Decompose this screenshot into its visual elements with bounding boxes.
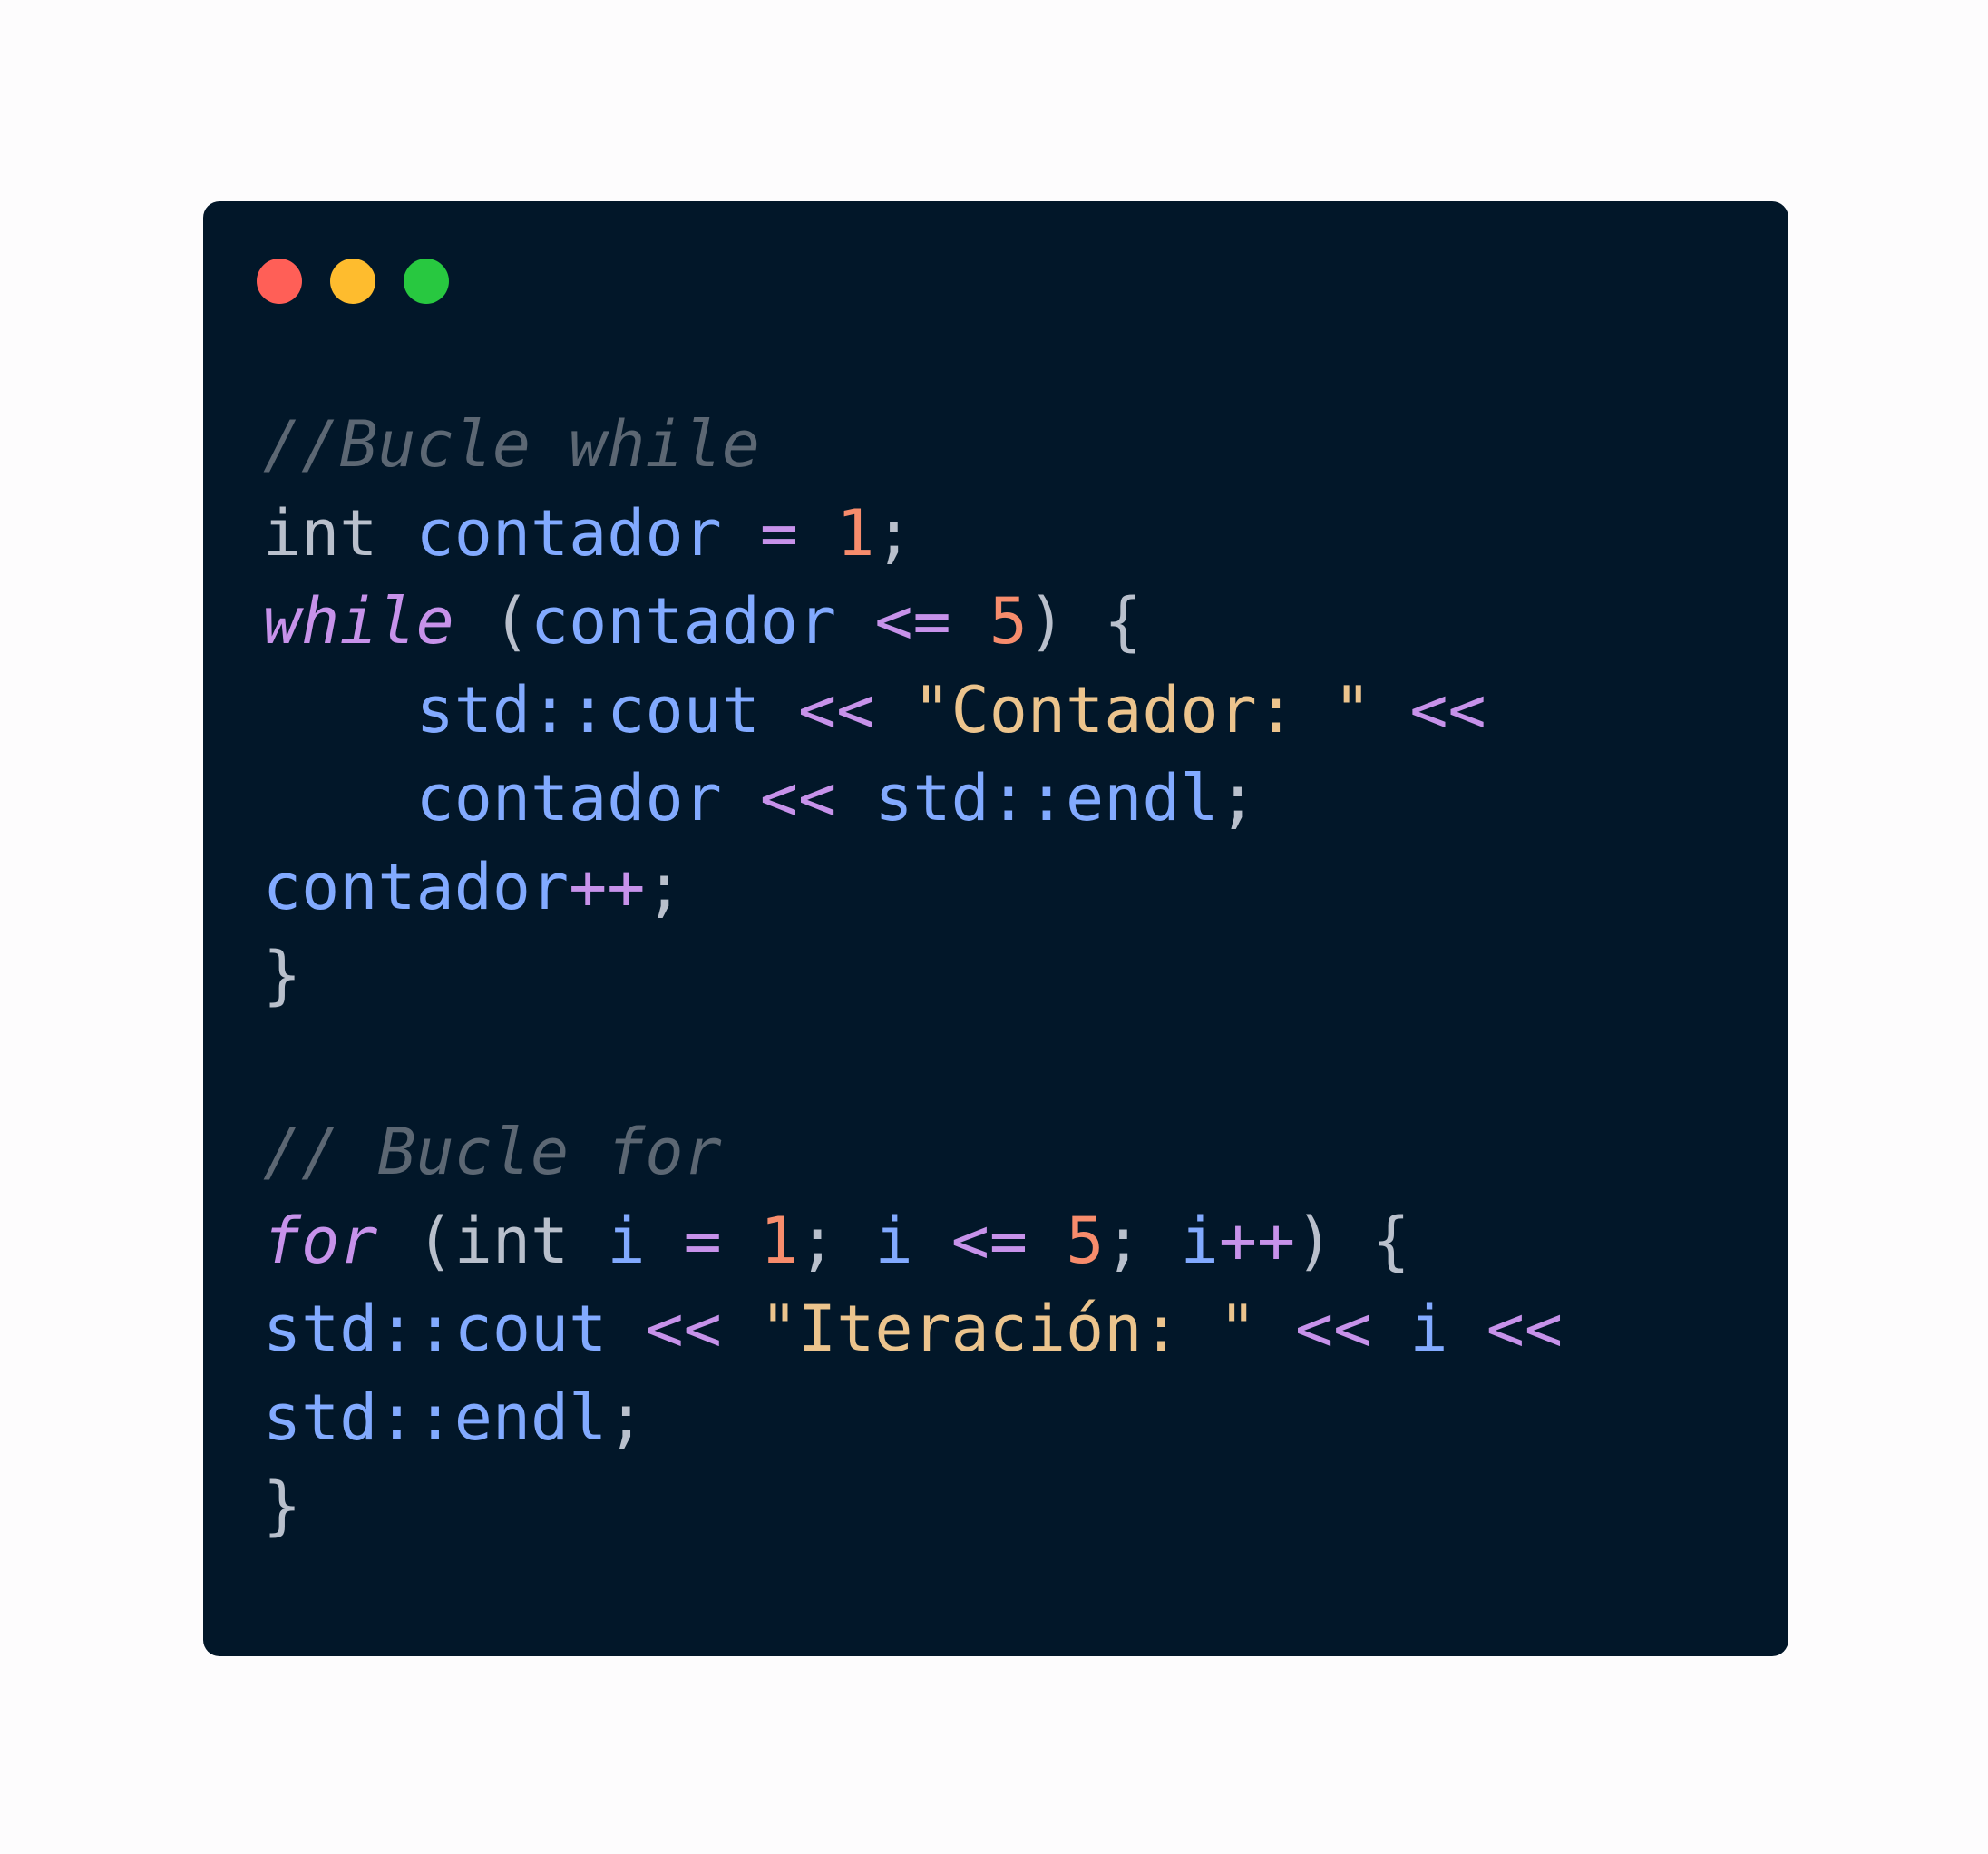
- code-token-ws: [1066, 584, 1104, 659]
- code-token-ws: [913, 1204, 951, 1278]
- code-token-op: ++: [1218, 1203, 1296, 1278]
- code-token-op: =: [683, 1203, 722, 1278]
- code-token-ws: [1028, 1204, 1066, 1278]
- code-token-ws: [836, 584, 874, 659]
- code-token-ws: [760, 673, 798, 747]
- code-token-ident: contador: [263, 849, 570, 924]
- code-token-ws: [951, 584, 989, 659]
- code-token-ws: [263, 761, 416, 835]
- code-token-ws: [1371, 673, 1409, 747]
- code-token-comment: //Bucle while: [263, 407, 760, 482]
- code-token-op: <<: [1294, 1292, 1372, 1366]
- code-token-op: <=: [950, 1203, 1028, 1278]
- code-token-op: ++: [569, 849, 646, 924]
- code-token-ws: [1448, 1292, 1486, 1366]
- code-token-ident: std::endl: [263, 1380, 608, 1455]
- window-controls: [257, 259, 449, 304]
- code-token-punct: ;: [607, 1380, 646, 1455]
- code-token-ws: [722, 1204, 760, 1278]
- code-token-punct: }: [263, 938, 302, 1012]
- code-token-type: int: [453, 1203, 570, 1278]
- code-token-punct: }: [263, 1469, 302, 1543]
- code-token-keyword: for: [263, 1203, 378, 1278]
- code-token-punct: {: [1104, 584, 1143, 659]
- code-token-ws: [646, 1204, 684, 1278]
- code-token-ident: std::endl: [874, 761, 1219, 835]
- code-token-op: =: [759, 495, 799, 571]
- code-token-punct: (: [415, 1203, 454, 1278]
- code-token-ws: [569, 1204, 607, 1278]
- code-line: while (contador <= 5) {: [263, 578, 1563, 667]
- code-line: }: [263, 932, 1563, 1020]
- code-token-ws: [1333, 1204, 1371, 1278]
- code-token-op: <<: [1486, 1292, 1563, 1366]
- code-token-str: "Contador: ": [912, 672, 1372, 747]
- code-token-type: int: [263, 495, 378, 571]
- code-token-ws: [1371, 1292, 1409, 1366]
- code-token-ws: [836, 761, 874, 835]
- code-line: // Bucle for: [263, 1108, 1563, 1197]
- maximize-button[interactable]: [404, 259, 449, 304]
- code-token-punct: ;: [1104, 1203, 1143, 1278]
- code-line: contador++;: [263, 844, 1563, 932]
- code-token-ws: [798, 496, 836, 571]
- code-token-num: 1: [836, 495, 875, 571]
- code-token-punct: ): [1295, 1203, 1334, 1278]
- code-token-punct: ;: [798, 1203, 837, 1278]
- code-token-punct: ;: [645, 849, 684, 924]
- code-line: for (int i = 1; i <= 5; i++) {: [263, 1197, 1563, 1286]
- code-token-op: <<: [759, 761, 837, 835]
- code-token-ident: contador: [415, 495, 722, 571]
- code-line: //Bucle while: [263, 401, 1563, 490]
- minimize-button[interactable]: [330, 259, 375, 304]
- code-token-ws: [454, 584, 492, 659]
- code-token-ident: i: [1409, 1292, 1448, 1366]
- code-token-ident: std::cout: [263, 1292, 608, 1366]
- code-token-ws: [874, 673, 912, 747]
- code-window: //Bucle while int contador = 1; while (con…: [203, 201, 1788, 1656]
- code-token-ws: [722, 496, 760, 571]
- code-token-op: <<: [798, 672, 875, 747]
- code-token-num: 5: [989, 584, 1028, 659]
- code-token-ident: i: [607, 1203, 646, 1278]
- code-token-num: 5: [1066, 1203, 1105, 1278]
- code-token-punct: ;: [1218, 761, 1257, 835]
- code-block: //Bucle while int contador = 1; while (con…: [263, 401, 1563, 1551]
- code-line: std::endl;: [263, 1374, 1563, 1463]
- code-line: std::cout << "Contador: " <<: [263, 667, 1563, 756]
- code-token-ws: [836, 1204, 874, 1278]
- code-token-ws: [377, 1204, 415, 1278]
- code-line: }: [263, 1462, 1563, 1551]
- code-token-ident: contador: [415, 761, 722, 835]
- code-token-keyword: while: [263, 584, 454, 659]
- code-token-ws: [722, 761, 760, 835]
- code-token-ws: [607, 1292, 645, 1366]
- code-token-punct: (: [492, 584, 531, 659]
- code-token-op: <=: [874, 584, 951, 659]
- close-button[interactable]: [257, 259, 302, 304]
- code-token-ws: [1257, 1292, 1295, 1366]
- code-token-str: "Iteración: ": [759, 1292, 1257, 1366]
- code-token-ws: [722, 1292, 760, 1366]
- code-token-ws: [377, 496, 415, 571]
- code-token-ident: i: [874, 1203, 913, 1278]
- code-token-ident: std::cout: [415, 672, 760, 747]
- code-line: int contador = 1;: [263, 490, 1563, 579]
- code-token-ws: [263, 673, 416, 747]
- code-line: contador << std::endl;: [263, 755, 1563, 844]
- code-token-op: <<: [645, 1292, 722, 1366]
- code-token-punct: ): [1027, 584, 1067, 659]
- code-token-ident: contador: [531, 584, 837, 659]
- code-token-num: 1: [759, 1203, 799, 1278]
- code-token-op: <<: [1409, 672, 1486, 747]
- code-line: std::cout << "Iteración: " << i <<: [263, 1285, 1563, 1374]
- code-token-comment: // Bucle for: [263, 1115, 722, 1189]
- code-token-punct: ;: [874, 495, 913, 571]
- code-token-ident: i: [1180, 1203, 1219, 1278]
- code-token-punct: {: [1371, 1203, 1410, 1278]
- code-token-ws: [1143, 1204, 1181, 1278]
